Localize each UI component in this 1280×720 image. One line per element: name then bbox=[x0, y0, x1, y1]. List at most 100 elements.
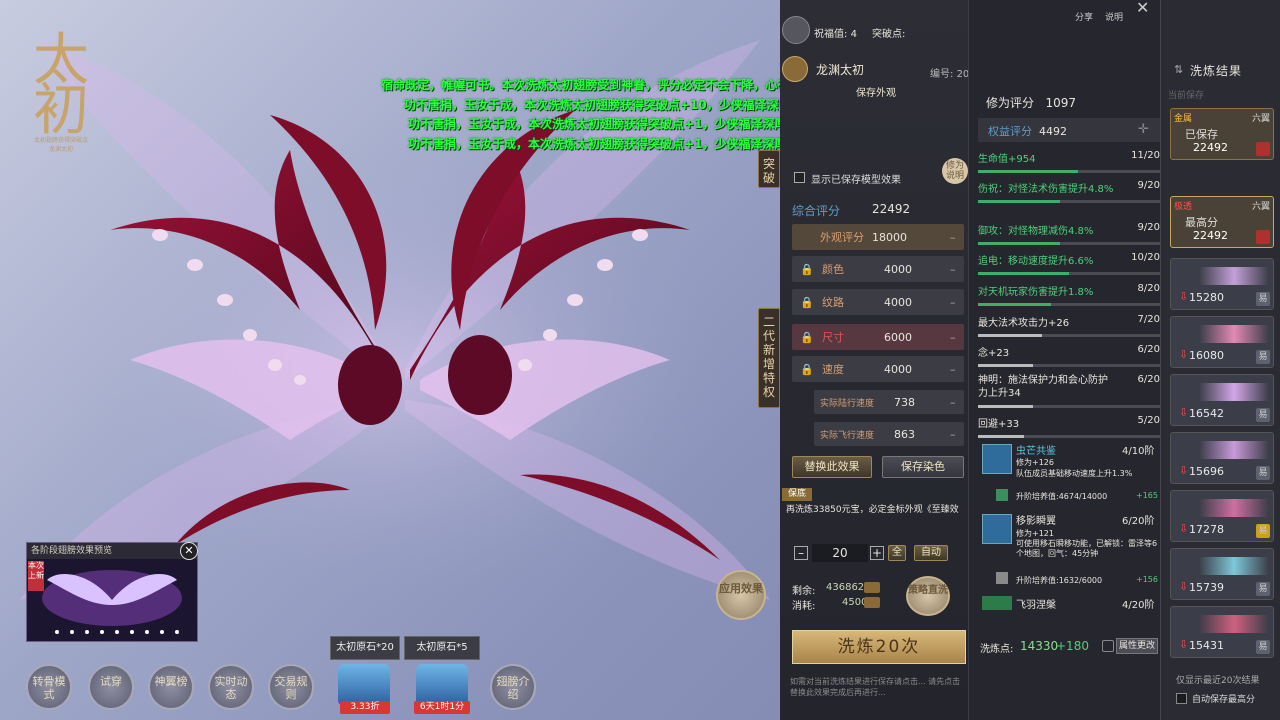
attr-row: 生命值+954 11/20 bbox=[978, 150, 1160, 173]
preview-title: 各阶段翅膀效果预览 bbox=[27, 543, 197, 559]
skill-desc: 修为+121 bbox=[1016, 529, 1054, 538]
save-appearance-button[interactable]: 保存外观 bbox=[856, 84, 896, 99]
save-dye-button[interactable]: 保存染色 bbox=[882, 456, 964, 478]
apply-effect-button[interactable]: 应用效果 bbox=[716, 570, 766, 620]
skill-level: 4/20阶 bbox=[1122, 600, 1155, 611]
close-icon[interactable]: ✕ bbox=[180, 542, 198, 560]
lock-icon[interactable]: 🔒 bbox=[800, 263, 814, 276]
nav-trade-rules[interactable]: 交易规则 bbox=[268, 664, 314, 710]
attr-change-checkbox[interactable] bbox=[1102, 640, 1114, 652]
show-saved-checkbox[interactable] bbox=[794, 172, 805, 183]
lock-icon[interactable]: 🔒 bbox=[800, 331, 814, 344]
auto-save-checkbox[interactable] bbox=[1176, 693, 1187, 704]
cultivation-score: 修为评分 1097 bbox=[986, 96, 1077, 110]
skill-upgrade: 升阶培养值:4674/14000 bbox=[1016, 492, 1108, 501]
flag-icon bbox=[1256, 230, 1270, 244]
stat-row-speed: 🔒 速度 4000– bbox=[792, 356, 964, 382]
attr-row: 最大法术攻击力+26 7/20 bbox=[978, 314, 1160, 337]
timer-badge: 6天1时1分 bbox=[414, 701, 470, 714]
result-card[interactable]: ⇩ 16542 易 bbox=[1170, 374, 1274, 426]
attr-row: 念+23 6/20 bbox=[978, 344, 1160, 367]
attr-change-button[interactable]: 属性更改 bbox=[1116, 638, 1158, 654]
auto-button[interactable]: 自动 bbox=[914, 545, 948, 561]
help-button[interactable]: 说明 bbox=[1102, 0, 1126, 23]
preview-wing-image bbox=[42, 570, 182, 634]
consume-label: 消耗: bbox=[792, 601, 816, 612]
nav-live-feed[interactable]: 实时动态 bbox=[208, 664, 254, 710]
breakthrough-tab[interactable]: 突破 bbox=[758, 150, 780, 188]
crystal-pack-icon[interactable] bbox=[416, 664, 468, 706]
discount-badge: 3.33折 bbox=[340, 701, 390, 714]
increase-button[interactable]: + bbox=[870, 546, 884, 560]
attr-row: 神明：施法保护力和会心防护力上升34 6/20 bbox=[978, 374, 1160, 408]
avatar bbox=[782, 16, 810, 44]
best-result-card[interactable]: 极透 六翼 最高分 22492 bbox=[1170, 196, 1274, 248]
close-icon[interactable]: ✕ bbox=[1136, 0, 1149, 17]
result-card[interactable]: ⇩ 15739 易 bbox=[1170, 548, 1274, 600]
replace-effect-button[interactable]: 替换此效果 bbox=[792, 456, 872, 478]
skill-desc: 可使用移石瞬移功能，已解锁：雷泽等6个地图，回气：45分钟 bbox=[1016, 539, 1158, 558]
result-card[interactable]: ⇩ 16080 易 bbox=[1170, 316, 1274, 368]
wing-name: 龙渊太初 bbox=[816, 63, 865, 77]
skill-desc: 修为+126 bbox=[1016, 458, 1054, 467]
nav-try-on[interactable]: 试穿 bbox=[88, 664, 134, 710]
stage-preview[interactable]: 各阶段翅膀效果预览 本次上新 bbox=[26, 542, 198, 642]
skill-icon[interactable] bbox=[982, 514, 1012, 544]
guarantee-text: 再洗炼33850元宝，必定金标外观《至臻效 bbox=[786, 505, 959, 515]
wash-button[interactable]: 洗炼20次 bbox=[792, 630, 966, 664]
new-features-tab[interactable]: 二代新增特权 bbox=[758, 308, 780, 408]
skill-name: 飞羽涅槃 bbox=[1016, 600, 1056, 611]
results-hint: 仅显示最近20次结果 bbox=[1176, 676, 1260, 686]
result-card[interactable]: ⇩ 15431 易 bbox=[1170, 606, 1274, 658]
skill-level: 6/20阶 bbox=[1122, 516, 1155, 527]
nav-ranking[interactable]: 神翼榜 bbox=[148, 664, 194, 710]
skill-upgrade: 升阶培养值:1632/6000 bbox=[1016, 576, 1103, 585]
quantity-input[interactable]: 20 bbox=[812, 544, 868, 562]
attr-row: 回避+33 5/20 bbox=[978, 415, 1160, 438]
saved-result-card[interactable]: 金属 六翼 已保存 22492 bbox=[1170, 108, 1274, 160]
refresh-icon[interactable]: ⇅ bbox=[1174, 63, 1183, 76]
game-logo: 太初 太初翅膀获得突破点 龙渊太初 bbox=[33, 28, 89, 154]
flag-icon bbox=[1256, 142, 1270, 156]
blessing-value: 祝福值: 4 bbox=[814, 29, 857, 40]
attr-row: 对天机玩家伤害提升1.8% 8/20 bbox=[978, 283, 1160, 306]
skill-name: 虫芒共鉴 bbox=[1016, 446, 1056, 457]
show-saved-label: 显示已保存模型效果 bbox=[811, 175, 901, 186]
currency-icon bbox=[864, 597, 880, 608]
benefit-score: 权益评分 4492 bbox=[988, 125, 1067, 138]
overall-score-value: 22492 bbox=[872, 202, 911, 216]
attr-row: 御攻：对怪物理减伤4.8% 9/20 bbox=[978, 222, 1160, 245]
result-card[interactable]: ⇩ 15280 易 bbox=[1170, 258, 1274, 310]
auto-save-label: 自动保存最高分 bbox=[1192, 695, 1256, 705]
material-label: 太初原石*20 bbox=[330, 636, 400, 660]
wash-points-plus: +180 bbox=[1056, 639, 1089, 653]
upgrade-arrow-icon[interactable] bbox=[996, 572, 1008, 584]
flight-speed-row: 实际飞行速度 863– bbox=[814, 422, 964, 446]
result-card[interactable]: ⇩ 15696 易 bbox=[1170, 432, 1274, 484]
crystal-pack-icon[interactable] bbox=[338, 664, 390, 706]
share-button[interactable]: 分享 bbox=[1072, 0, 1096, 23]
skill-level: 4/10阶 bbox=[1122, 446, 1155, 457]
expand-icon[interactable]: ✛ bbox=[1138, 122, 1149, 137]
attr-row: 追电：移动速度提升6.6% 10/20 bbox=[978, 252, 1160, 275]
skill-icon[interactable] bbox=[982, 444, 1012, 474]
upgrade-arrow-icon[interactable] bbox=[996, 489, 1008, 501]
lock-icon[interactable]: 🔒 bbox=[800, 363, 814, 376]
stat-row-color: 🔒 颜色 4000– bbox=[792, 256, 964, 282]
results-title: 洗炼结果 bbox=[1190, 64, 1243, 78]
land-speed-row: 实际陆行速度 738– bbox=[814, 390, 964, 414]
currency-icon bbox=[864, 582, 880, 593]
lock-icon[interactable]: 🔒 bbox=[800, 296, 814, 309]
strategy-wash-button[interactable]: 策略直洗 bbox=[906, 576, 950, 616]
cultivation-info-button[interactable]: 修为 说明 bbox=[942, 158, 968, 184]
decrease-button[interactable]: – bbox=[794, 546, 808, 560]
remaining-label: 剩余: bbox=[792, 586, 816, 597]
nav-transfer-mode[interactable]: 转骨模式 bbox=[26, 664, 72, 710]
wash-points-label: 洗炼点: bbox=[980, 644, 1014, 655]
skill-name: 移影瞬翼 bbox=[1016, 516, 1056, 527]
stat-row-pattern: 🔒 纹路 4000– bbox=[792, 289, 964, 315]
all-button[interactable]: 全 bbox=[888, 545, 906, 561]
wing-guide-button[interactable]: 翅膀介绍 bbox=[490, 664, 536, 710]
result-card[interactable]: ⇩ 17278 易 bbox=[1170, 490, 1274, 542]
skill-icon[interactable] bbox=[982, 596, 1012, 610]
